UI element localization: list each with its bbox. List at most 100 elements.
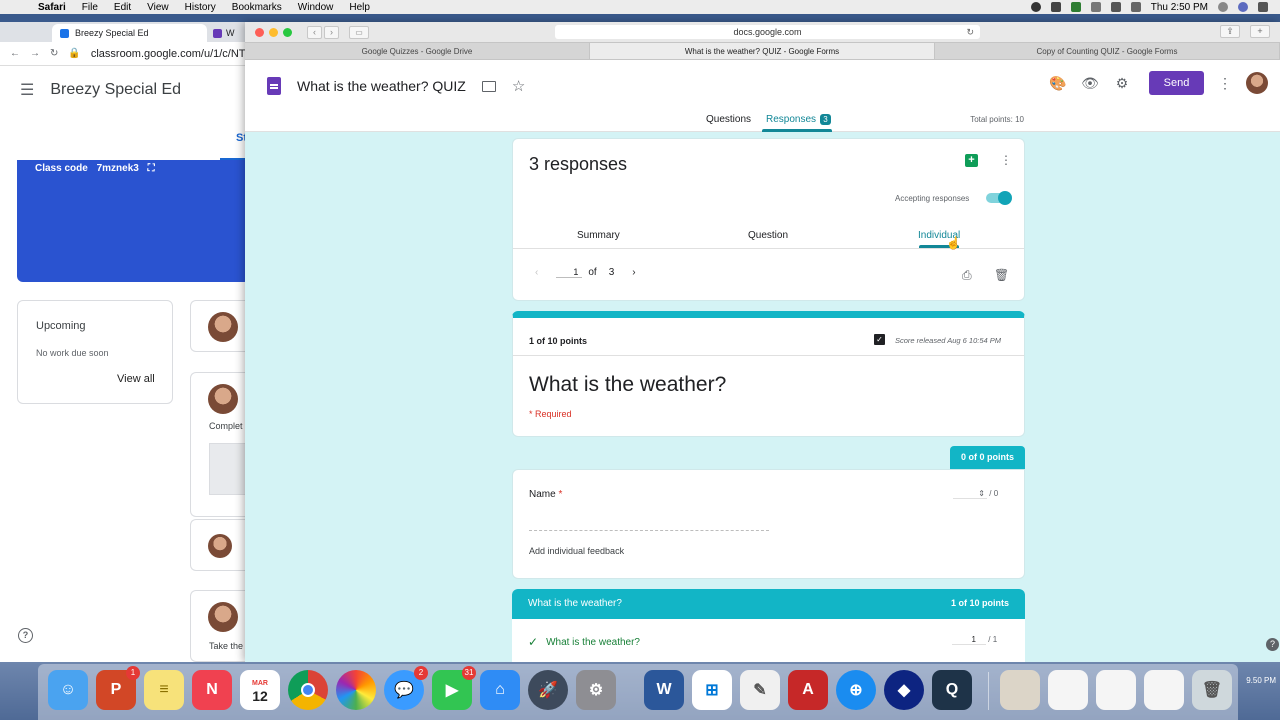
account-avatar[interactable] bbox=[1246, 72, 1268, 94]
previous-response-icon[interactable]: ‹ bbox=[535, 267, 538, 278]
stream-post[interactable] bbox=[190, 300, 250, 352]
trash-icon[interactable]: 🗑 bbox=[1192, 670, 1232, 710]
print-icon[interactable]: ⎙ bbox=[962, 268, 972, 283]
safari-tab-weather-quiz[interactable]: What is the weather? QUIZ - Google Forms bbox=[590, 43, 935, 59]
spotlight-icon[interactable] bbox=[1218, 2, 1228, 12]
textedit-icon[interactable]: ✎ bbox=[740, 670, 780, 710]
folder-icon[interactable] bbox=[481, 80, 496, 92]
forms-logo-icon[interactable] bbox=[267, 77, 281, 95]
system-preferences-icon[interactable]: ⚙ bbox=[576, 670, 616, 710]
question-score-input[interactable]: 1 bbox=[952, 635, 986, 645]
menu-file[interactable]: File bbox=[74, 2, 106, 13]
menu-window[interactable]: Window bbox=[290, 2, 342, 13]
badge: 2 bbox=[414, 666, 428, 680]
forward-button[interactable]: › bbox=[324, 25, 339, 39]
tab-responses[interactable]: Responses 3 bbox=[766, 114, 832, 125]
help-icon[interactable]: ? bbox=[1266, 638, 1279, 651]
record-icon[interactable] bbox=[1030, 2, 1041, 12]
menubar-clock[interactable]: Thu 2:50 PM bbox=[1151, 2, 1208, 13]
chrome-url[interactable]: classroom.google.com/u/1/c/NTM bbox=[91, 48, 255, 60]
dropbox-icon[interactable]: ◆ bbox=[884, 670, 924, 710]
sheets-icon[interactable]: + bbox=[965, 154, 978, 167]
star-icon[interactable]: ☆ bbox=[512, 77, 525, 95]
responses-more-icon[interactable]: ⋮ bbox=[1000, 153, 1012, 167]
address-bar[interactable]: docs.google.com ↻ bbox=[555, 25, 980, 39]
microsoft-store-icon[interactable]: ⊞ bbox=[692, 670, 732, 710]
maximize-window-icon[interactable] bbox=[283, 27, 292, 37]
chrome-tab-second[interactable]: W bbox=[207, 24, 241, 42]
share-icon[interactable]: ⇪ bbox=[1220, 25, 1240, 38]
news-icon[interactable]: N bbox=[192, 670, 232, 710]
finder-icon[interactable]: ☺ bbox=[48, 670, 88, 710]
document-thumbnail-icon[interactable] bbox=[1096, 670, 1136, 710]
tab-summary[interactable]: Summary bbox=[577, 230, 620, 241]
facetime-icon[interactable]: ▶ 31 bbox=[432, 666, 476, 710]
new-tab-icon[interactable]: + bbox=[1250, 25, 1270, 38]
powerpoint-icon[interactable]: P1 bbox=[96, 666, 140, 710]
quicktime-icon[interactable]: Q bbox=[932, 670, 972, 710]
keynote-icon[interactable]: ⌂ bbox=[480, 670, 520, 710]
palette-icon[interactable]: 🎨 bbox=[1049, 74, 1067, 92]
sidebar-toggle-icon[interactable]: ▭ bbox=[349, 25, 369, 39]
class-code[interactable]: Class code 7mznek3 ⛶ bbox=[35, 163, 155, 174]
menu-history[interactable]: History bbox=[177, 2, 224, 13]
safari-icon[interactable]: ⊕ bbox=[836, 670, 876, 710]
safari-tab-drive[interactable]: Google Quizzes - Google Drive bbox=[245, 43, 590, 59]
launchpad-icon[interactable]: 🚀 bbox=[528, 670, 568, 710]
name-score-input[interactable]: ⇕ bbox=[953, 489, 987, 499]
document-thumbnail-icon[interactable] bbox=[1144, 670, 1184, 710]
back-button[interactable]: ‹ bbox=[307, 25, 322, 39]
menu-view[interactable]: View bbox=[139, 2, 177, 13]
help-icon[interactable]: ? bbox=[18, 628, 33, 643]
chrome-tab-strip: Breezy Special Ed W bbox=[0, 22, 250, 42]
menu-help[interactable]: Help bbox=[341, 2, 378, 13]
chrome-tab-classroom[interactable]: Breezy Special Ed bbox=[52, 24, 207, 42]
photos-icon[interactable] bbox=[336, 670, 376, 710]
accepting-responses-toggle[interactable] bbox=[986, 191, 1012, 205]
calendar-icon[interactable]: MAR 12 bbox=[240, 670, 280, 710]
minimize-window-icon[interactable] bbox=[269, 27, 278, 37]
tab-question[interactable]: Question bbox=[748, 230, 788, 241]
menu-edit[interactable]: Edit bbox=[106, 2, 139, 13]
more-options-icon[interactable]: ⋮ bbox=[1218, 75, 1232, 92]
wifi-icon[interactable] bbox=[1110, 2, 1121, 12]
bluetooth-icon[interactable] bbox=[1090, 2, 1101, 12]
page-number-input[interactable]: 1 bbox=[556, 267, 583, 278]
tab-questions[interactable]: Questions bbox=[706, 114, 751, 125]
document-thumbnail-icon[interactable] bbox=[1048, 670, 1088, 710]
reload-icon[interactable]: ↻ bbox=[50, 48, 58, 59]
forward-arrow-icon[interactable]: → bbox=[30, 48, 40, 59]
volume-icon[interactable] bbox=[1130, 2, 1141, 12]
stream-post[interactable]: Take the bbox=[190, 590, 250, 662]
control-center-icon[interactable] bbox=[1258, 2, 1268, 12]
safari-tab-counting-quiz[interactable]: Copy of Counting QUIZ - Google Forms bbox=[935, 43, 1280, 59]
class-title[interactable]: Breezy Special Ed bbox=[50, 81, 181, 99]
next-response-icon[interactable]: › bbox=[632, 267, 635, 278]
add-feedback-link[interactable]: Add individual feedback bbox=[529, 546, 624, 556]
delete-trash-icon[interactable]: 🗑 bbox=[994, 268, 1009, 282]
reload-icon[interactable]: ↻ bbox=[966, 25, 974, 39]
stream-post[interactable]: Complet bbox=[190, 372, 251, 517]
menu-app[interactable]: Safari bbox=[30, 2, 74, 13]
section-points-chip: 0 of 0 points bbox=[950, 446, 1025, 469]
hamburger-menu-icon[interactable]: ☰ bbox=[20, 80, 34, 100]
view-all-link[interactable]: View all bbox=[117, 373, 155, 385]
document-stack-icon[interactable] bbox=[1000, 670, 1040, 710]
back-arrow-icon[interactable]: ← bbox=[10, 48, 20, 59]
preview-eye-icon[interactable]: 👁 bbox=[1081, 74, 1099, 92]
grid-icon[interactable] bbox=[1050, 2, 1061, 12]
settings-gear-icon[interactable]: ⚙ bbox=[1113, 74, 1131, 92]
close-window-icon[interactable] bbox=[255, 27, 264, 37]
word-icon[interactable]: W bbox=[644, 670, 684, 710]
stream-post[interactable] bbox=[190, 519, 250, 571]
send-button[interactable]: Send bbox=[1149, 71, 1204, 95]
chrome-icon[interactable] bbox=[288, 670, 328, 710]
acrobat-icon[interactable]: A bbox=[788, 670, 828, 710]
fullscreen-icon[interactable]: ⛶ bbox=[148, 163, 155, 174]
document-title[interactable]: What is the weather? QUIZ bbox=[297, 78, 466, 94]
notes-icon[interactable]: ≡ bbox=[144, 670, 184, 710]
menu-bookmarks[interactable]: Bookmarks bbox=[224, 2, 290, 13]
c-app-icon[interactable] bbox=[1070, 2, 1081, 12]
messages-icon[interactable]: 💬 2 bbox=[384, 666, 428, 710]
user-icon[interactable] bbox=[1238, 2, 1248, 12]
